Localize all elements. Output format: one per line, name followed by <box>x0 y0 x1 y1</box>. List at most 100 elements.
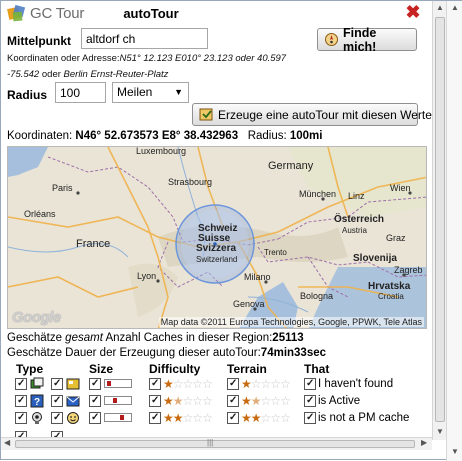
type-checkbox-webcam[interactable] <box>15 412 27 424</box>
type-checkbox-letterbox[interactable] <box>51 395 63 407</box>
coordinates-readout: Koordinaten: N46° 52.673573 E8° 38.43296… <box>7 130 322 142</box>
star-icon: ★ <box>163 411 174 425</box>
size-checkbox-2[interactable] <box>89 395 101 407</box>
map-label-trento: Trento <box>264 248 287 257</box>
star-icon: ★ <box>163 377 174 391</box>
difficulty-checkbox-3[interactable] <box>149 412 161 424</box>
scroll-right-icon[interactable]: ▶ <box>421 438 427 447</box>
star-icon: ☆ <box>260 411 272 425</box>
type-checkbox-traditional[interactable] <box>15 378 27 390</box>
map-label-orleans: Orléans <box>24 209 56 219</box>
center-label: Mittelpunkt <box>7 34 71 48</box>
that-checkbox-2[interactable] <box>304 395 316 407</box>
horizontal-scrollbar[interactable]: ◀ ||| ▶ <box>1 437 432 450</box>
create-autotour-label: Erzeuge eine autoTour mit diesen Werten! <box>218 107 442 122</box>
size-bar-fill-2 <box>113 398 117 403</box>
map-label-graz: Graz <box>386 233 406 243</box>
event-cache-icon <box>66 411 80 425</box>
scroll-down-icon[interactable]: ▼ <box>433 425 447 439</box>
size-bar-3 <box>104 413 132 422</box>
map-label-munchen: München <box>299 189 336 199</box>
map-label-wien: Wien <box>390 183 411 193</box>
scroll-left-icon[interactable]: ◀ <box>4 438 10 447</box>
size-checkbox-3[interactable] <box>89 412 101 424</box>
star-icon: ☆ <box>250 377 262 391</box>
terrain-stars-1[interactable]: ★☆☆☆☆ <box>241 377 291 391</box>
page-scrollbar[interactable]: ▲ ▼ <box>446 1 462 461</box>
map-label-slovenija: Slovenija <box>353 253 397 264</box>
radius-input[interactable] <box>55 82 106 103</box>
hint-address: Berlin Ernst-Reuter-Platz <box>63 69 169 80</box>
unit-selected-value: Meilen <box>117 85 153 99</box>
that-checkbox-3[interactable] <box>304 412 316 424</box>
difficulty-stars-2[interactable]: ★★☆☆☆ <box>163 394 213 408</box>
gctour-logo: GC Tour <box>7 5 84 22</box>
page-scroll-up-icon[interactable]: ▲ <box>451 3 459 12</box>
star-icon: ☆ <box>270 394 281 408</box>
map-label-linz: Linz <box>348 191 365 201</box>
scroll-up-icon[interactable]: ▲ <box>433 1 447 15</box>
map-label-paris: Paris <box>52 183 73 193</box>
star-icon: ★ <box>172 411 184 425</box>
find-me-button[interactable]: Finde mich! <box>317 25 417 54</box>
type-checkbox-multi[interactable] <box>51 378 63 390</box>
terrain-checkbox-3[interactable] <box>227 412 239 424</box>
radius-readout-prefix: Radius: <box>247 130 290 142</box>
type-checkbox-event[interactable] <box>51 412 63 424</box>
header-size: Size <box>89 362 114 376</box>
autotour-dialog: GC Tour autoTour ✖ Mittelpunkt Finde mic… <box>0 0 462 461</box>
size-bar-1 <box>104 379 132 388</box>
map-copyright: Map data ©2011 Europa Technologies, Goog… <box>158 317 424 327</box>
mystery-cache-icon: ? <box>30 394 44 408</box>
type-checkbox-mystery[interactable] <box>15 395 27 407</box>
create-autotour-button[interactable]: Erzeuge eine autoTour mit diesen Werten! <box>192 103 442 126</box>
format-hint-2: -75.542 oder Berlin Ernst-Reuter-Platz <box>7 69 168 80</box>
close-icon[interactable]: ✖ <box>405 3 421 21</box>
vertical-scroll-thumb[interactable] <box>435 17 445 422</box>
dialog-header: GC Tour autoTour ✖ <box>1 1 431 27</box>
difficulty-stars-1[interactable]: ★☆☆☆☆ <box>163 377 213 391</box>
google-logo: Google <box>12 309 61 326</box>
find-me-label: Finde mich! <box>343 25 377 54</box>
terrain-checkbox-1[interactable] <box>227 378 239 390</box>
map-label-zagreb: Zagreb <box>394 265 423 275</box>
star-icon: ☆ <box>182 394 194 408</box>
center-input[interactable] <box>81 28 208 49</box>
hint-example-2: -75.542 <box>7 69 40 80</box>
page-scroll-down-icon[interactable]: ▼ <box>451 447 459 456</box>
terrain-checkbox-2[interactable] <box>227 395 239 407</box>
terrain-stars-3[interactable]: ★★☆☆☆ <box>241 411 291 425</box>
star-icon: ★ <box>163 394 174 408</box>
star-icon: ★ <box>172 394 184 408</box>
that-label-3: is not a PM cache <box>318 412 410 424</box>
cache-count-line: Geschätze gesamt Anzahl Caches in dieser… <box>7 332 304 344</box>
star-icon: ★ <box>250 411 262 425</box>
difficulty-stars-3[interactable]: ★★☆☆☆ <box>163 411 213 425</box>
star-icon: ☆ <box>192 411 203 425</box>
unit-select[interactable]: Meilen ▼ <box>112 82 189 103</box>
star-icon: ☆ <box>280 377 291 391</box>
that-checkbox-1[interactable] <box>304 378 316 390</box>
vertical-scrollbar[interactable]: ▲ ▼ <box>432 1 446 440</box>
dialog-title: autoTour <box>123 6 179 21</box>
terrain-stars-2[interactable]: ★★☆☆☆ <box>241 394 291 408</box>
logo-text: GC Tour <box>30 5 85 22</box>
star-icon: ★ <box>250 394 262 408</box>
that-label-1: I haven't found <box>318 378 394 390</box>
locate-icon <box>324 32 339 47</box>
coords-prefix: Koordinaten: <box>7 130 76 142</box>
duration-line: Geschätze Dauer der Erzeugung dieser aut… <box>7 347 326 359</box>
header-that: That <box>304 362 330 376</box>
horizontal-scroll-thumb[interactable] <box>15 440 415 448</box>
size-checkbox-1[interactable] <box>89 378 101 390</box>
star-icon: ★ <box>241 377 252 391</box>
star-icon: ☆ <box>182 377 194 391</box>
difficulty-checkbox-1[interactable] <box>149 378 161 390</box>
map-view[interactable]: Luxembourg Germany France Schweiz Suisse… <box>7 146 427 329</box>
hint-prefix: Koordinaten oder Adresse: <box>7 53 120 64</box>
difficulty-checkbox-2[interactable] <box>149 395 161 407</box>
webcam-cache-icon <box>30 411 44 425</box>
cache-count: 25113 <box>272 332 304 344</box>
star-icon: ☆ <box>270 411 281 425</box>
radius-label: Radius <box>7 88 48 102</box>
